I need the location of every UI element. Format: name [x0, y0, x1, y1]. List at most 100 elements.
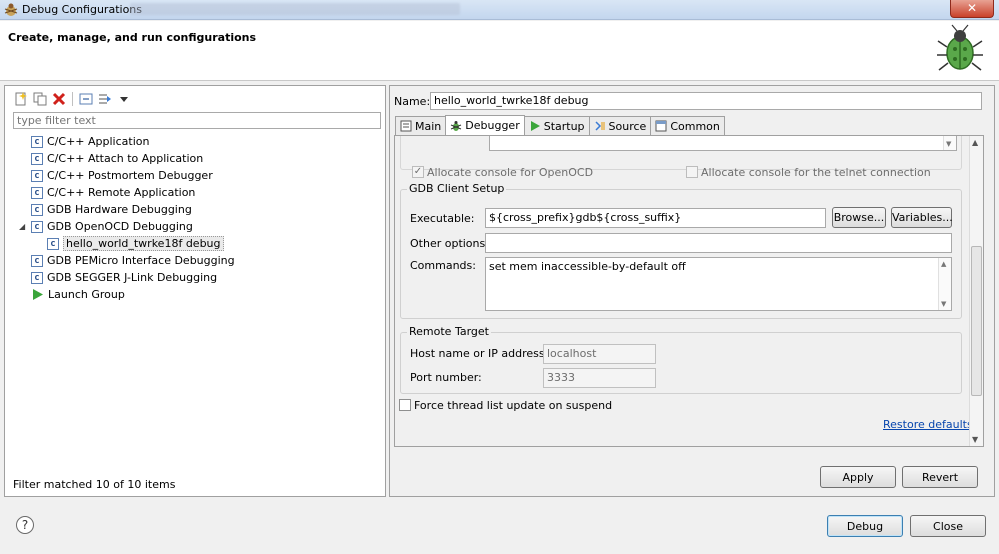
tree-item-label: GDB OpenOCD Debugging — [47, 220, 193, 233]
collapse-all-icon — [79, 93, 93, 105]
tab-source[interactable]: Source — [588, 116, 652, 135]
delete-config-button[interactable] — [51, 91, 67, 107]
browse-button[interactable]: Browse... — [832, 207, 886, 228]
filter-button[interactable] — [97, 91, 113, 107]
tree-item-cpp-postmortem[interactable]: c C/C++ Postmortem Debugger — [31, 167, 213, 184]
c-config-icon: c — [31, 152, 43, 165]
debugger-tab-content: ▼ ✓ Allocate console for OpenOCD Allocat… — [394, 135, 984, 447]
tree-item-cpp-application[interactable]: c C/C++ Application — [31, 133, 149, 150]
filter-icon — [99, 94, 111, 104]
launch-group-icon — [33, 289, 43, 300]
commands-text: set mem inaccessible-by-default off — [489, 260, 686, 273]
allocate-openocd-label: Allocate console for OpenOCD — [427, 166, 594, 179]
port-input[interactable]: 3333 — [543, 368, 656, 388]
debugger-tab-icon — [450, 120, 462, 132]
variables-button[interactable]: Variables... — [891, 207, 953, 228]
openocd-setup-group: ▼ — [400, 136, 962, 170]
duplicate-config-button[interactable] — [32, 91, 48, 107]
scrollbar-thumb[interactable] — [971, 246, 982, 396]
tree-item-gdb-pemicro[interactable]: c GDB PEMicro Interface Debugging — [31, 252, 235, 269]
tree-item-hello-world-debug[interactable]: c hello_world_twrke18f debug — [47, 235, 224, 252]
window-titlebar: Debug Configurations ✕ — [0, 0, 999, 20]
force-thread-checkbox[interactable] — [399, 399, 411, 411]
eclipse-app-icon — [4, 3, 18, 16]
tab-label: Debugger — [465, 119, 520, 132]
delete-icon — [52, 92, 66, 106]
c-config-icon: c — [31, 271, 43, 284]
tree-item-gdb-openocd[interactable]: ◢ c GDB OpenOCD Debugging — [19, 218, 193, 235]
tree-item-gdb-hardware[interactable]: c GDB Hardware Debugging — [31, 201, 192, 218]
textarea-scrollbar[interactable]: ▲ ▼ — [938, 258, 951, 310]
tree-item-label: C/C++ Remote Application — [47, 186, 196, 199]
bug-icon — [937, 24, 983, 71]
c-config-icon: c — [31, 135, 43, 148]
config-name-input[interactable]: hello_world_twrke18f debug — [430, 92, 982, 110]
other-options-label: Other options: — [410, 237, 489, 250]
window-close-button[interactable]: ✕ — [950, 0, 994, 18]
port-label: Port number: — [410, 371, 482, 384]
apply-button[interactable]: Apply — [820, 466, 896, 488]
c-config-icon: c — [31, 220, 43, 233]
source-tab-icon — [594, 120, 606, 132]
configuration-list-panel: c C/C++ Application c C/C++ Attach to Ap… — [4, 85, 386, 497]
tree-item-cpp-attach[interactable]: c C/C++ Attach to Application — [31, 150, 203, 167]
duplicate-icon — [33, 92, 47, 106]
tab-startup[interactable]: Startup — [523, 116, 590, 135]
filter-status-text: Filter matched 10 of 10 items — [13, 478, 176, 491]
new-config-button[interactable] — [13, 91, 29, 107]
c-config-icon: c — [31, 169, 43, 182]
host-label: Host name or IP address: — [410, 347, 549, 360]
toolbar-separator — [72, 92, 73, 106]
window-title: Debug Configurations — [22, 3, 143, 16]
tree-item-launch-group[interactable]: Launch Group — [31, 286, 125, 303]
c-config-icon: c — [31, 203, 43, 216]
allocate-telnet-checkbox[interactable] — [686, 166, 698, 178]
tab-label: Startup — [543, 119, 585, 133]
textarea-scrollbar[interactable]: ▼ — [943, 136, 956, 150]
configuration-editor-panel: Name: hello_world_twrke18f debug Main De… — [389, 85, 995, 497]
header-banner: Create, manage, and run configurations — [0, 21, 999, 81]
tree-item-label: Launch Group — [48, 288, 125, 301]
tree-item-cpp-remote[interactable]: c C/C++ Remote Application — [31, 184, 195, 201]
gdb-client-setup-group: GDB Client Setup Executable: ${cross_pre… — [400, 182, 962, 319]
tree-item-label: GDB PEMicro Interface Debugging — [47, 254, 235, 267]
main-tab-icon — [400, 120, 412, 132]
executable-label: Executable: — [410, 212, 475, 225]
tree-item-label: C/C++ Application — [47, 135, 150, 148]
expand-arrow-icon[interactable]: ◢ — [19, 222, 29, 231]
remote-target-title: Remote Target — [407, 325, 491, 338]
allocate-telnet-label: Allocate console for the telnet connecti… — [701, 166, 931, 179]
allocate-openocd-checkbox[interactable]: ✓ — [412, 166, 424, 178]
banner-heading: Create, manage, and run configurations — [8, 31, 257, 44]
chevron-down-icon — [120, 97, 128, 102]
tree-item-label: C/C++ Attach to Application — [47, 152, 204, 165]
tab-debugger[interactable]: Debugger — [445, 115, 525, 135]
remote-target-group: Remote Target Host name or IP address: l… — [400, 325, 962, 394]
startup-tab-icon — [529, 120, 541, 132]
other-options-input[interactable] — [485, 233, 952, 253]
help-icon[interactable]: ? — [16, 516, 34, 534]
name-label: Name: — [394, 95, 431, 108]
restore-defaults-link[interactable]: Restore defaults — [883, 418, 973, 431]
tab-label: Source — [608, 119, 647, 133]
config-tabs: Main Debugger Startup Source Common — [395, 115, 725, 135]
tab-main[interactable]: Main — [395, 116, 447, 135]
tree-item-label: C/C++ Postmortem Debugger — [47, 169, 213, 182]
collapse-all-button[interactable] — [78, 91, 94, 107]
c-config-icon: c — [31, 186, 43, 199]
force-thread-label: Force thread list update on suspend — [414, 399, 613, 412]
openocd-config-options-field[interactable]: ▼ — [489, 136, 957, 151]
config-toolbar — [13, 90, 132, 108]
host-input[interactable]: localhost — [543, 344, 656, 364]
filter-dropdown-button[interactable] — [116, 91, 132, 107]
revert-button[interactable]: Revert — [902, 466, 978, 488]
tab-common[interactable]: Common — [650, 116, 725, 135]
executable-input[interactable]: ${cross_prefix}gdb${cross_suffix} — [485, 208, 826, 228]
close-button[interactable]: Close — [910, 515, 986, 537]
debug-button[interactable]: Debug — [827, 515, 903, 537]
filter-input[interactable] — [13, 112, 381, 129]
tree-item-gdb-segger[interactable]: c GDB SEGGER J-Link Debugging — [31, 269, 217, 286]
commands-textarea[interactable]: set mem inaccessible-by-default off ▲ ▼ — [485, 257, 952, 311]
common-tab-icon — [655, 120, 667, 132]
tab-content-scrollbar[interactable]: ▲ ▼ — [969, 136, 983, 446]
